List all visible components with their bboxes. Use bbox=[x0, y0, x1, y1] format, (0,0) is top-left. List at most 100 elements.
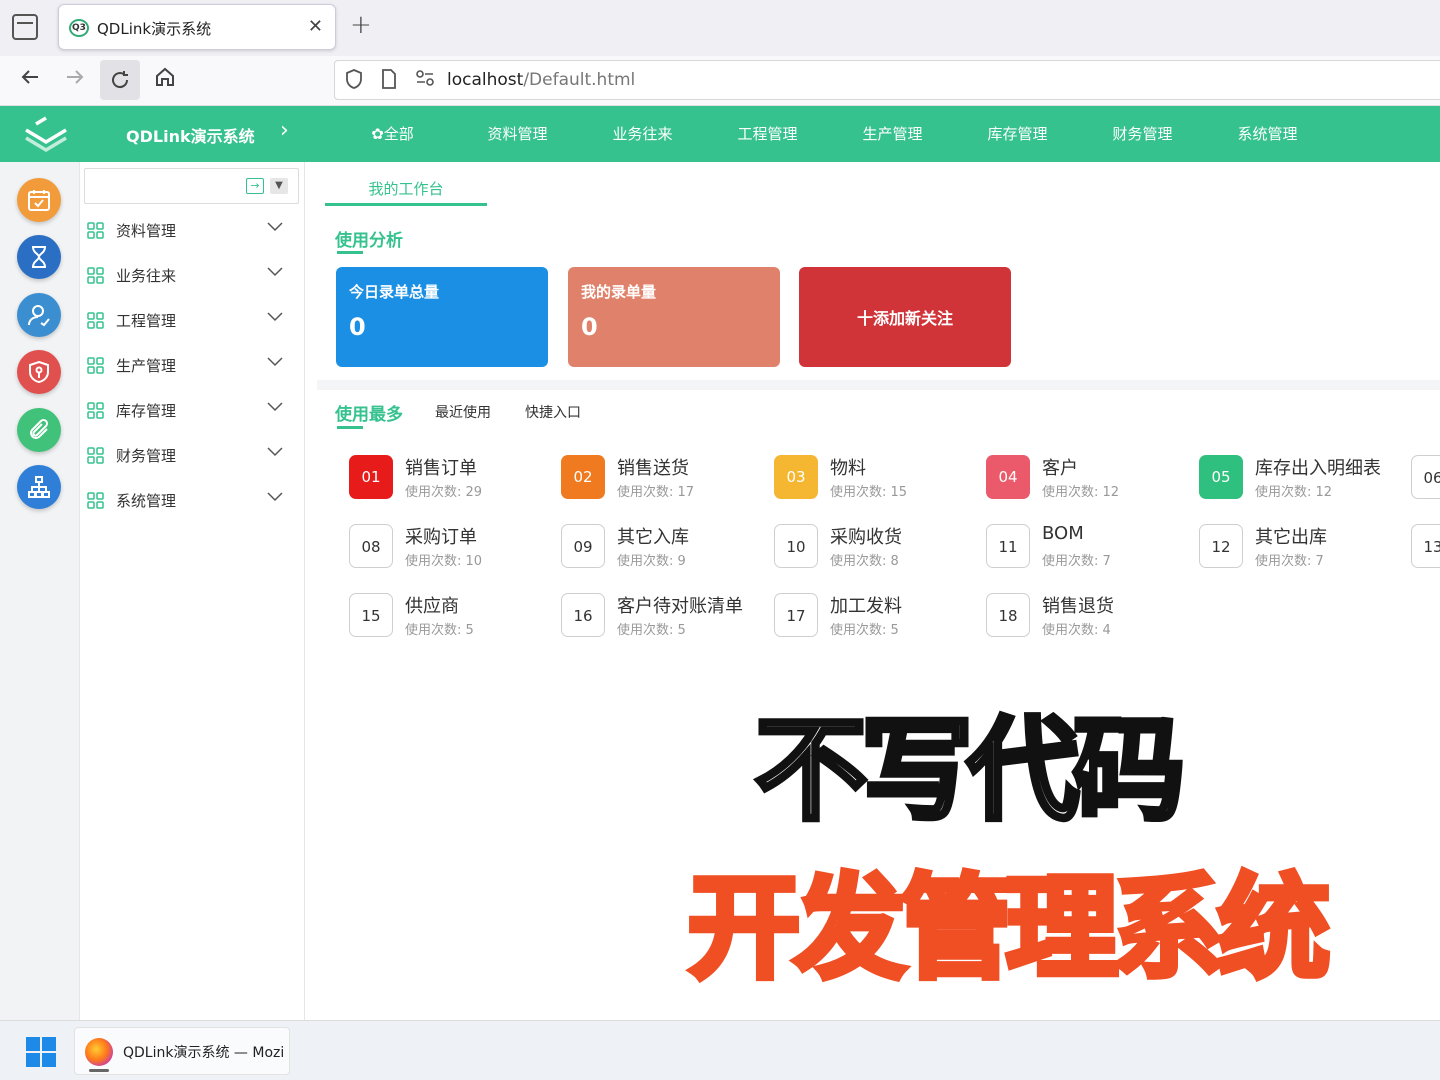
reload-icon[interactable] bbox=[100, 60, 140, 100]
stat-value: 0 bbox=[581, 313, 598, 341]
stat-value: 0 bbox=[349, 313, 366, 341]
stat-label: 我的录单量 bbox=[581, 283, 657, 301]
nav-engineering[interactable]: 工程管理 bbox=[705, 106, 830, 162]
browser-navbar: localhost/Default.html bbox=[0, 56, 1440, 106]
usage-item[interactable]: 06 bbox=[1411, 452, 1440, 502]
taskbar-firefox-app[interactable]: QDLink演示系统 — Mozilla Firefox bbox=[74, 1027, 290, 1075]
usage-item-count: 使用次数: 7 bbox=[1255, 554, 1324, 569]
nav-business[interactable]: 业务往来 bbox=[580, 106, 705, 162]
page-icon[interactable] bbox=[381, 69, 397, 94]
chevron-down-icon[interactable] bbox=[267, 488, 283, 504]
tab-my-workbench[interactable]: 我的工作台 bbox=[325, 178, 487, 206]
stat-card-today[interactable]: 今日录单总量 0 bbox=[336, 267, 548, 367]
subtab-most-used[interactable]: 使用最多 bbox=[335, 400, 403, 425]
usage-item-count: 使用次数: 29 bbox=[405, 485, 483, 500]
usage-item[interactable]: 04 客户 使用次数: 12 bbox=[986, 452, 1196, 502]
url-text[interactable]: localhost/Default.html bbox=[447, 70, 635, 90]
sidebar-item[interactable]: 库存管理 bbox=[80, 388, 305, 432]
usage-item-count: 使用次数: 5 bbox=[830, 623, 899, 638]
sidebar-item[interactable]: 工程管理 bbox=[80, 298, 305, 342]
browser-tab[interactable]: Q3 QDLink演示系统 ✕ bbox=[58, 4, 336, 50]
url-bar[interactable]: localhost/Default.html bbox=[334, 60, 1440, 100]
usage-item[interactable]: 18 销售退货 使用次数: 4 bbox=[986, 590, 1196, 640]
back-arrow-icon[interactable] bbox=[15, 66, 45, 94]
org-chart-icon[interactable] bbox=[17, 465, 61, 509]
app-logo-icon[interactable] bbox=[22, 116, 70, 156]
chevron-down-icon[interactable] bbox=[267, 308, 283, 324]
chevron-down-icon[interactable] bbox=[267, 443, 283, 459]
usage-item[interactable]: 08 采购订单 使用次数: 10 bbox=[349, 521, 559, 571]
shield-icon[interactable] bbox=[345, 69, 363, 94]
usage-item-name: 采购订单 bbox=[405, 527, 477, 548]
usage-item[interactable]: 17 加工发料 使用次数: 5 bbox=[774, 590, 984, 640]
stat-card-mine[interactable]: 我的录单量 0 bbox=[568, 267, 780, 367]
usage-item[interactable]: 05 库存出入明细表 使用次数: 12 bbox=[1199, 452, 1409, 502]
permissions-icon[interactable] bbox=[415, 69, 435, 92]
grid-icon bbox=[87, 447, 104, 464]
sidebar-item-label: 业务往来 bbox=[116, 267, 177, 285]
dropdown-icon[interactable]: ▼ bbox=[270, 178, 288, 194]
usage-item-name: 物料 bbox=[830, 458, 866, 479]
nav-finance[interactable]: 财务管理 bbox=[1080, 106, 1205, 162]
tab-list-icon[interactable] bbox=[12, 14, 38, 40]
subtab-underline bbox=[337, 426, 363, 429]
shield-icon[interactable] bbox=[17, 350, 61, 394]
chevron-down-icon[interactable] bbox=[267, 398, 283, 414]
usage-item[interactable]: 13 bbox=[1411, 521, 1440, 571]
paperclip-icon[interactable] bbox=[17, 408, 61, 452]
url-path: /Default.html bbox=[523, 70, 636, 90]
sidebar-item[interactable]: 系统管理 bbox=[80, 478, 305, 522]
usage-item[interactable]: 12 其它出库 使用次数: 7 bbox=[1199, 521, 1409, 571]
firefox-icon bbox=[85, 1038, 113, 1066]
usage-rank-badge: 13 bbox=[1411, 524, 1440, 568]
subtab-shortcuts[interactable]: 快捷入口 bbox=[525, 402, 581, 422]
usage-item[interactable]: 15 供应商 使用次数: 5 bbox=[349, 590, 559, 640]
nav-production[interactable]: 生产管理 bbox=[830, 106, 955, 162]
subtab-recent[interactable]: 最近使用 bbox=[435, 402, 491, 422]
chevron-down-icon[interactable] bbox=[267, 263, 283, 279]
add-follow-button[interactable]: 十添加新关注 bbox=[799, 267, 1011, 367]
usage-item[interactable]: 10 采购收货 使用次数: 8 bbox=[774, 521, 984, 571]
usage-item[interactable]: 03 物料 使用次数: 15 bbox=[774, 452, 984, 502]
sidebar-search-input[interactable]: → ▼ bbox=[84, 168, 299, 204]
calendar-icon[interactable] bbox=[17, 178, 61, 222]
hourglass-icon[interactable] bbox=[17, 235, 61, 279]
nav-inventory[interactable]: 库存管理 bbox=[955, 106, 1080, 162]
usage-item[interactable]: 01 销售订单 使用次数: 29 bbox=[349, 452, 559, 502]
close-tab-icon[interactable]: ✕ bbox=[308, 16, 323, 37]
usage-rank-badge: 10 bbox=[774, 524, 818, 568]
usage-item[interactable]: 09 其它入库 使用次数: 9 bbox=[561, 521, 771, 571]
forward-arrow-icon[interactable] bbox=[60, 66, 90, 94]
usage-rank-badge: 05 bbox=[1199, 455, 1243, 499]
new-tab-icon[interactable]: + bbox=[350, 10, 372, 40]
nav-data-management[interactable]: 资料管理 bbox=[455, 106, 580, 162]
usage-rank-badge: 15 bbox=[349, 593, 393, 637]
sidebar-item[interactable]: 资料管理 bbox=[80, 208, 305, 252]
sidebar-item[interactable]: 财务管理 bbox=[80, 433, 305, 477]
nav-system[interactable]: 系统管理 bbox=[1205, 106, 1330, 162]
chevron-right-icon[interactable]: › bbox=[280, 118, 289, 143]
nav-all[interactable]: ✿全部 bbox=[330, 106, 455, 162]
home-icon[interactable] bbox=[150, 66, 180, 94]
usage-item[interactable]: 11 BOM 使用次数: 7 bbox=[986, 521, 1196, 571]
app-title: QDLink演示系统 bbox=[126, 127, 255, 146]
user-icon[interactable] bbox=[17, 293, 61, 337]
sidebar-item-label: 财务管理 bbox=[116, 447, 177, 465]
usage-item-count: 使用次数: 5 bbox=[405, 623, 474, 638]
usage-item[interactable]: 02 销售送货 使用次数: 17 bbox=[561, 452, 771, 502]
sidebar-item[interactable]: 生产管理 bbox=[80, 343, 305, 387]
sidebar-item[interactable]: 业务往来 bbox=[80, 253, 305, 297]
usage-item-name: 库存出入明细表 bbox=[1255, 458, 1381, 479]
enter-icon[interactable]: → bbox=[246, 178, 264, 194]
chevron-down-icon[interactable] bbox=[267, 218, 283, 234]
usage-item-count: 使用次数: 17 bbox=[617, 485, 695, 500]
usage-rank-badge: 02 bbox=[561, 455, 605, 499]
usage-item-name: 销售退货 bbox=[1042, 596, 1114, 617]
windows-start-icon[interactable] bbox=[26, 1037, 56, 1067]
grid-icon bbox=[87, 357, 104, 374]
usage-item[interactable]: 16 客户待对账清单 使用次数: 5 bbox=[561, 590, 771, 640]
usage-rank-badge: 18 bbox=[986, 593, 1030, 637]
section-divider bbox=[317, 380, 1440, 390]
chevron-down-icon[interactable] bbox=[267, 353, 283, 369]
usage-item-count: 使用次数: 7 bbox=[1042, 554, 1111, 569]
